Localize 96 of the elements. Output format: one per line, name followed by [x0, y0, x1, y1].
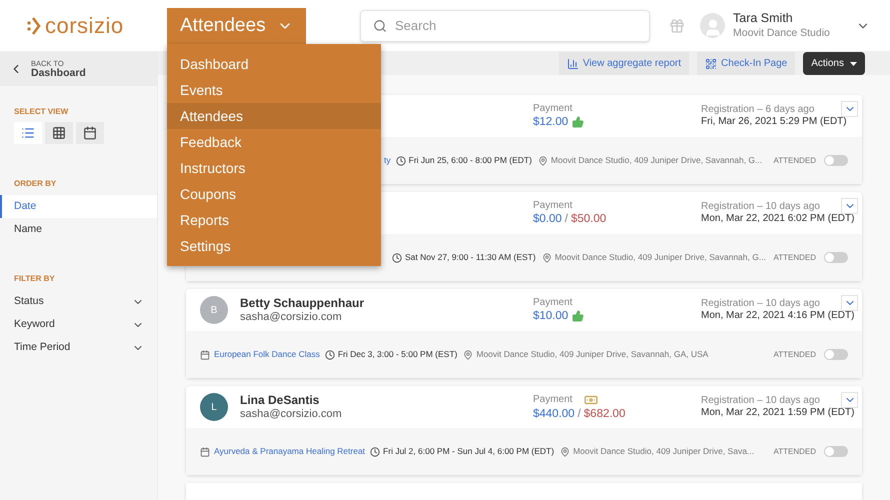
total-amount: $682.00 — [584, 406, 626, 422]
toolbar-button[interactable]: View aggregate report — [558, 52, 690, 75]
separator: / — [564, 212, 568, 226]
attended-toggle[interactable] — [824, 446, 848, 457]
menu-item[interactable]: Instructors — [167, 155, 381, 181]
order-option[interactable]: Name — [0, 218, 157, 241]
qr-code-icon — [705, 58, 718, 70]
clock-icon — [396, 156, 406, 166]
payment-label: Payment — [533, 394, 572, 406]
registration-label: Registration – 10 days ago — [701, 394, 820, 407]
attended-label: ATTENDED — [773, 252, 816, 264]
location-icon — [463, 350, 474, 360]
logo-icon — [27, 16, 41, 36]
expand-button[interactable] — [841, 392, 858, 408]
view-toggle[interactable] — [76, 122, 104, 144]
menu-item[interactable]: Attendees — [167, 103, 381, 129]
event-link[interactable]: Ayurveda & Pranayama Healing Retreat — [214, 445, 366, 458]
attendee-name[interactable]: Lina DeSantis — [240, 392, 342, 408]
toolbar-button[interactable]: Check-In Page — [697, 52, 796, 75]
menu-item[interactable]: Coupons — [167, 181, 381, 207]
registration-label: Registration – 10 days ago — [701, 298, 820, 310]
payment-label: Payment — [533, 296, 572, 310]
event-location: Moovit Dance Studio, 409 Juniper Drive, Savannah, G... — [554, 251, 766, 264]
caret-icon — [850, 62, 857, 66]
menu-item[interactable]: Reports — [167, 207, 381, 233]
chart-icon — [566, 58, 579, 70]
section-heading: ORDER BY — [14, 178, 58, 190]
view-toggle[interactable] — [14, 122, 42, 144]
attended-toggle[interactable] — [824, 252, 848, 263]
logo[interactable]: corsizio — [45, 14, 124, 36]
attended-label: ATTENDED — [773, 446, 816, 458]
expand-button[interactable] — [841, 198, 858, 214]
user-name: Tara Smith — [733, 11, 794, 27]
registration-label: Registration – 10 days ago — [701, 200, 820, 213]
paid-amount: $10.00 — [533, 309, 568, 324]
calendar-icon — [200, 446, 210, 456]
grid-icon — [52, 126, 66, 140]
clock-icon — [324, 350, 335, 360]
paid-amount: $440.00 — [533, 406, 575, 422]
attended-toggle[interactable] — [824, 349, 848, 360]
event-time: Sat Nov 27, 9:00 - 11:30 AM (EST) — [405, 251, 536, 264]
search-input[interactable]: Search — [395, 16, 637, 36]
attended-label: ATTENDED — [773, 154, 816, 166]
registration-date: Mon, Mar 22, 2021 4:16 PM (EDT) — [701, 310, 854, 322]
attendee-email: sasha@corsizio.com — [240, 310, 343, 324]
avatar: B — [200, 296, 228, 324]
paid-amount: $12.00 — [533, 115, 568, 130]
expand-button[interactable] — [841, 295, 858, 311]
view-toggle[interactable] — [45, 122, 73, 144]
event-location: Moovit Dance Studio, 409 Juniper Drive, Sava... — [573, 445, 754, 458]
menu-item[interactable]: Feedback — [167, 129, 381, 155]
section-dropdown[interactable]: Attendees — [167, 8, 306, 44]
attendee-email: sasha@corsizio.com — [240, 408, 342, 422]
registration-date: Mon, Mar 22, 2021 1:59 PM (EDT) — [701, 407, 854, 420]
paid-amount: $0.00 — [533, 212, 562, 226]
section-heading: SELECT VIEW — [14, 106, 70, 118]
registration-label: Registration – 6 days ago — [701, 104, 814, 116]
registration-date: Mon, Mar 22, 2021 6:02 PM (EDT) — [701, 213, 854, 226]
back-label: Dashboard — [31, 68, 86, 78]
clock-icon — [370, 446, 380, 456]
event-location: Moovit Dance Studio, 409 Juniper Drive, Savannah, GA, USA — [476, 348, 708, 361]
location-icon — [560, 446, 570, 456]
event-time: Fri Jul 2, 6:00 PM - Sun Jul 4, 6:00 PM (EDT) — [383, 445, 554, 458]
menu-item[interactable]: Dashboard — [167, 51, 381, 77]
menu-item[interactable]: Settings — [167, 233, 381, 259]
separator: / — [578, 406, 581, 422]
menu-item[interactable]: Events — [167, 77, 381, 103]
attended-toggle[interactable] — [824, 155, 848, 166]
filter-option[interactable]: Keyword — [0, 313, 157, 336]
location-icon — [542, 252, 552, 262]
calendar-icon — [200, 350, 210, 360]
actions-button[interactable]: Actions — [803, 52, 865, 75]
location-icon — [538, 156, 548, 166]
event-link[interactable]: ty — [384, 154, 391, 167]
search-field[interactable]: Search — [360, 10, 650, 42]
attended-label: ATTENDED — [773, 348, 816, 360]
payment-label: Payment — [533, 102, 572, 116]
list-icon — [21, 126, 35, 140]
event-link[interactable]: European Folk Dance Class — [214, 348, 320, 361]
total-amount: $50.00 — [570, 212, 606, 226]
filter-option[interactable]: Status — [0, 290, 157, 313]
event-location: Moovit Dance Studio, 409 Juniper Drive, Savannah, G... — [550, 154, 762, 167]
event-time: Fri Dec 3, 3:00 - 5:00 PM (EST) — [338, 348, 458, 361]
attendee-name[interactable]: Betty Schauppenhaur — [240, 296, 364, 311]
search-icon — [373, 18, 387, 32]
section-heading: FILTER BY — [14, 273, 56, 285]
clock-icon — [392, 252, 402, 262]
order-option[interactable]: Date — [0, 195, 157, 218]
avatar: L — [200, 393, 228, 421]
calendar-icon — [83, 126, 97, 140]
event-time: Fri Jun 25, 6:00 - 8:00 PM (EDT) — [408, 154, 532, 167]
registration-date: Fri, Mar 26, 2021 5:29 PM (EDT) — [701, 116, 847, 128]
organization-name: Moovit Dance Studio — [733, 26, 830, 40]
payment-label: Payment — [533, 200, 572, 212]
expand-button[interactable] — [841, 101, 858, 117]
filter-option[interactable]: Time Period — [0, 336, 157, 359]
